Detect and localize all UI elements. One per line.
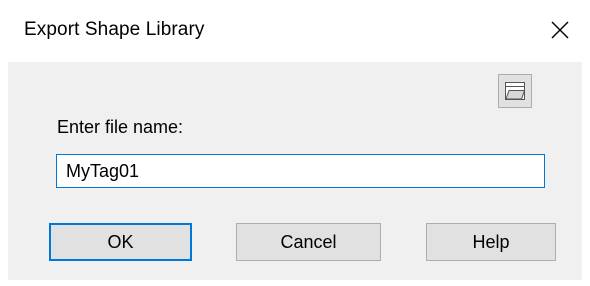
cancel-button[interactable]: Cancel (236, 223, 381, 261)
close-icon (551, 21, 569, 39)
ok-button[interactable]: OK (49, 223, 192, 261)
export-shape-library-dialog: Export Shape Library Enter file name: OK… (0, 0, 590, 286)
browse-folder-button[interactable] (498, 74, 532, 108)
file-name-label: Enter file name: (57, 117, 184, 137)
help-button[interactable]: Help (426, 223, 556, 261)
dialog-title: Export Shape Library (24, 19, 205, 40)
dialog-body: Enter file name: OK Cancel Help (8, 62, 582, 280)
title-bar: Export Shape Library (0, 0, 590, 62)
folder-browse-icon (505, 82, 526, 100)
file-name-input[interactable] (56, 154, 545, 188)
close-button[interactable] (530, 0, 590, 60)
